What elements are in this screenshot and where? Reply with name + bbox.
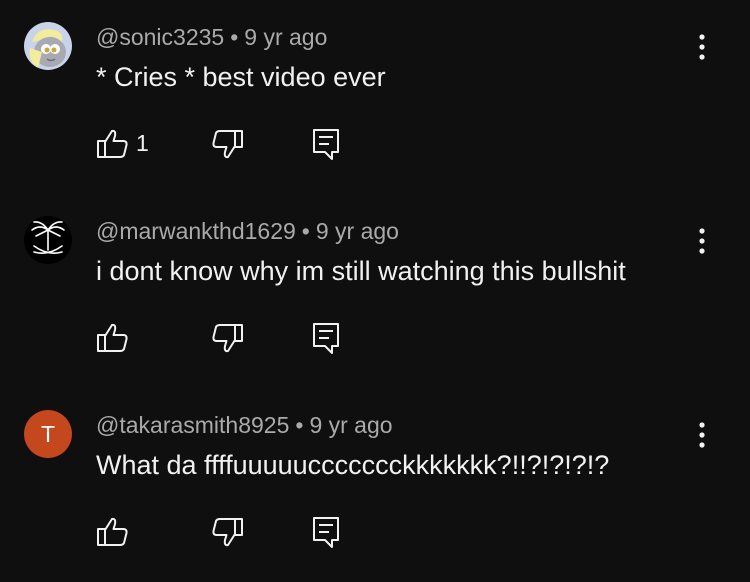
- comment-time[interactable]: 9 yr ago: [244, 24, 327, 50]
- comment-time[interactable]: 9 yr ago: [309, 412, 392, 438]
- pony-avatar-icon: [24, 22, 72, 70]
- reply-button[interactable]: [308, 126, 344, 162]
- comment-author[interactable]: @takarasmith8925: [96, 412, 289, 438]
- thumbs-down-icon: [212, 518, 243, 547]
- more-vert-icon[interactable]: [688, 30, 716, 64]
- reply-icon: [313, 129, 339, 160]
- dislike-button[interactable]: [208, 514, 244, 550]
- comment-author[interactable]: @marwankthd1629: [96, 218, 296, 244]
- thumbs-up-icon: [97, 517, 128, 546]
- thumbs-up-icon: [97, 323, 128, 352]
- reply-icon: [313, 323, 339, 354]
- comment-text: What da ffffuuuuuccccccckkkkkkk?!!?!?!?!…: [96, 450, 610, 480]
- dislike-button[interactable]: [208, 320, 244, 356]
- avatar[interactable]: T: [24, 410, 72, 458]
- comment-item: @marwankthd1629 • 9 yr ago i dont know why…: [0, 194, 750, 388]
- like-count: 1: [136, 130, 149, 156]
- meta-separator: •: [301, 218, 310, 244]
- comment-meta: @sonic3235 • 9 yr ago: [96, 24, 327, 51]
- comment-text: * Cries * best video ever: [96, 62, 386, 92]
- reply-button[interactable]: [308, 320, 344, 356]
- more-vert-icon[interactable]: [688, 418, 716, 452]
- avatar[interactable]: [24, 216, 72, 264]
- like-button[interactable]: [96, 514, 166, 550]
- comment-meta: @marwankthd1629 • 9 yr ago: [96, 218, 399, 245]
- comment-item: T @takarasmith8925 • 9 yr ago What da ffff…: [0, 388, 750, 582]
- comment-author[interactable]: @sonic3235: [96, 24, 224, 50]
- thumbs-down-icon: [212, 324, 243, 353]
- comment-meta: @takarasmith8925 • 9 yr ago: [96, 412, 393, 439]
- meta-separator: •: [230, 24, 239, 50]
- more-vert-icon[interactable]: [688, 224, 716, 258]
- palm-swords-emblem-icon: [24, 216, 72, 264]
- meta-separator: •: [295, 412, 304, 438]
- like-button[interactable]: 1: [96, 126, 166, 162]
- comment-text: i dont know why im still watching this b…: [96, 256, 626, 286]
- thumbs-down-icon: [212, 130, 243, 159]
- reply-button[interactable]: [308, 514, 344, 550]
- avatar-letter: T: [40, 421, 56, 447]
- comment-item: @sonic3235 • 9 yr ago * Cries * best video…: [0, 0, 750, 194]
- comment-time[interactable]: 9 yr ago: [316, 218, 399, 244]
- avatar[interactable]: [24, 22, 72, 70]
- like-button[interactable]: [96, 320, 166, 356]
- thumbs-up-icon: [97, 129, 128, 158]
- dislike-button[interactable]: [208, 126, 244, 162]
- reply-icon: [313, 517, 339, 548]
